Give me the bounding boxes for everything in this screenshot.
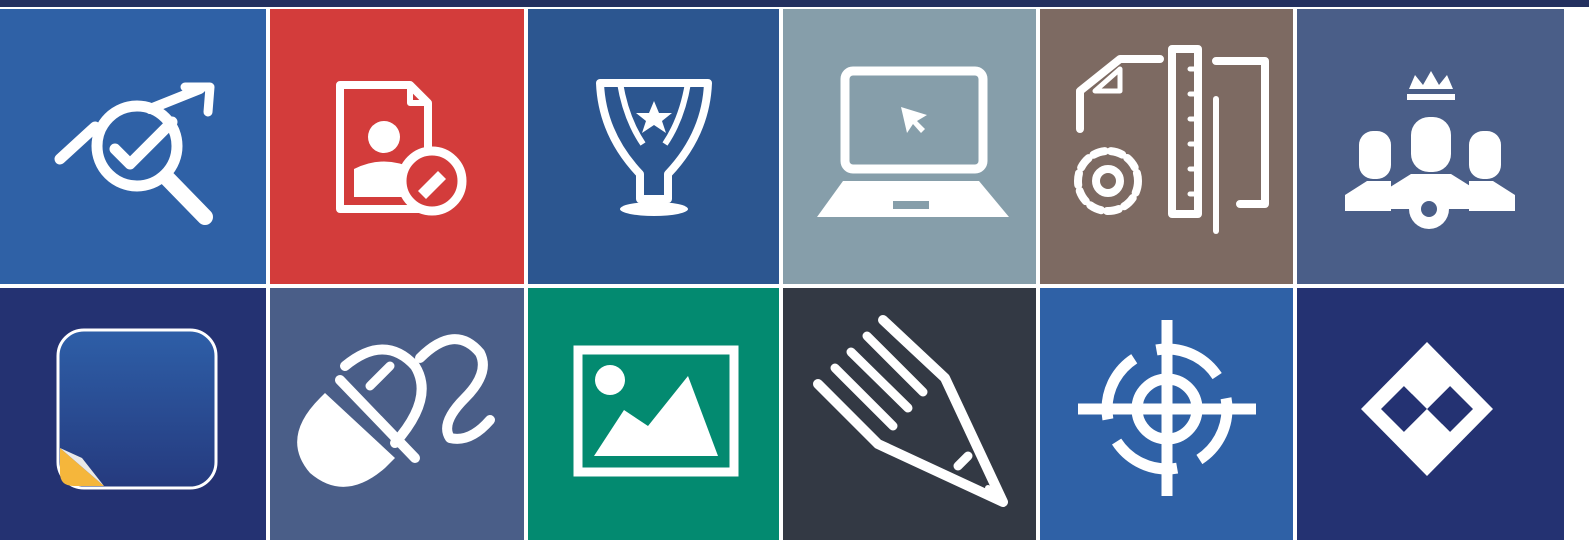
target-crosshair-icon [1078, 320, 1256, 496]
tile-blueprint[interactable] [1040, 9, 1293, 284]
laptop-cursor-icon [817, 66, 1009, 217]
blueprint-ruler-gear-icon [1074, 45, 1269, 234]
team-leader-crown-gear-icon [1345, 71, 1515, 229]
user-document-edit-icon [336, 81, 467, 216]
trophy-star-icon [596, 79, 712, 216]
analytics-check-magnifier-icon [54, 82, 215, 225]
computer-mouse-cable-icon [297, 334, 495, 487]
tile-analytics[interactable] [0, 9, 266, 284]
tile-target[interactable] [1040, 288, 1293, 540]
tile-diamond[interactable] [1297, 288, 1564, 540]
tile-mouse[interactable]: bs [270, 288, 524, 540]
tile-team-leader[interactable] [1297, 9, 1564, 284]
bs-app-logo-icon [56, 328, 218, 490]
tile-trophy[interactable] [528, 9, 779, 284]
tile-image[interactable] [528, 288, 779, 540]
icon-tile-grid: bs [0, 0, 1589, 540]
diamond-checker-icon [1361, 342, 1493, 476]
tile-user-document[interactable] [270, 9, 524, 284]
image-picture-icon [573, 345, 739, 477]
pencil-drawing-icon [813, 315, 1008, 507]
tile-bs-logo[interactable] [0, 288, 266, 540]
tile-laptop[interactable] [783, 9, 1036, 284]
tile-pencil[interactable] [783, 288, 1036, 540]
